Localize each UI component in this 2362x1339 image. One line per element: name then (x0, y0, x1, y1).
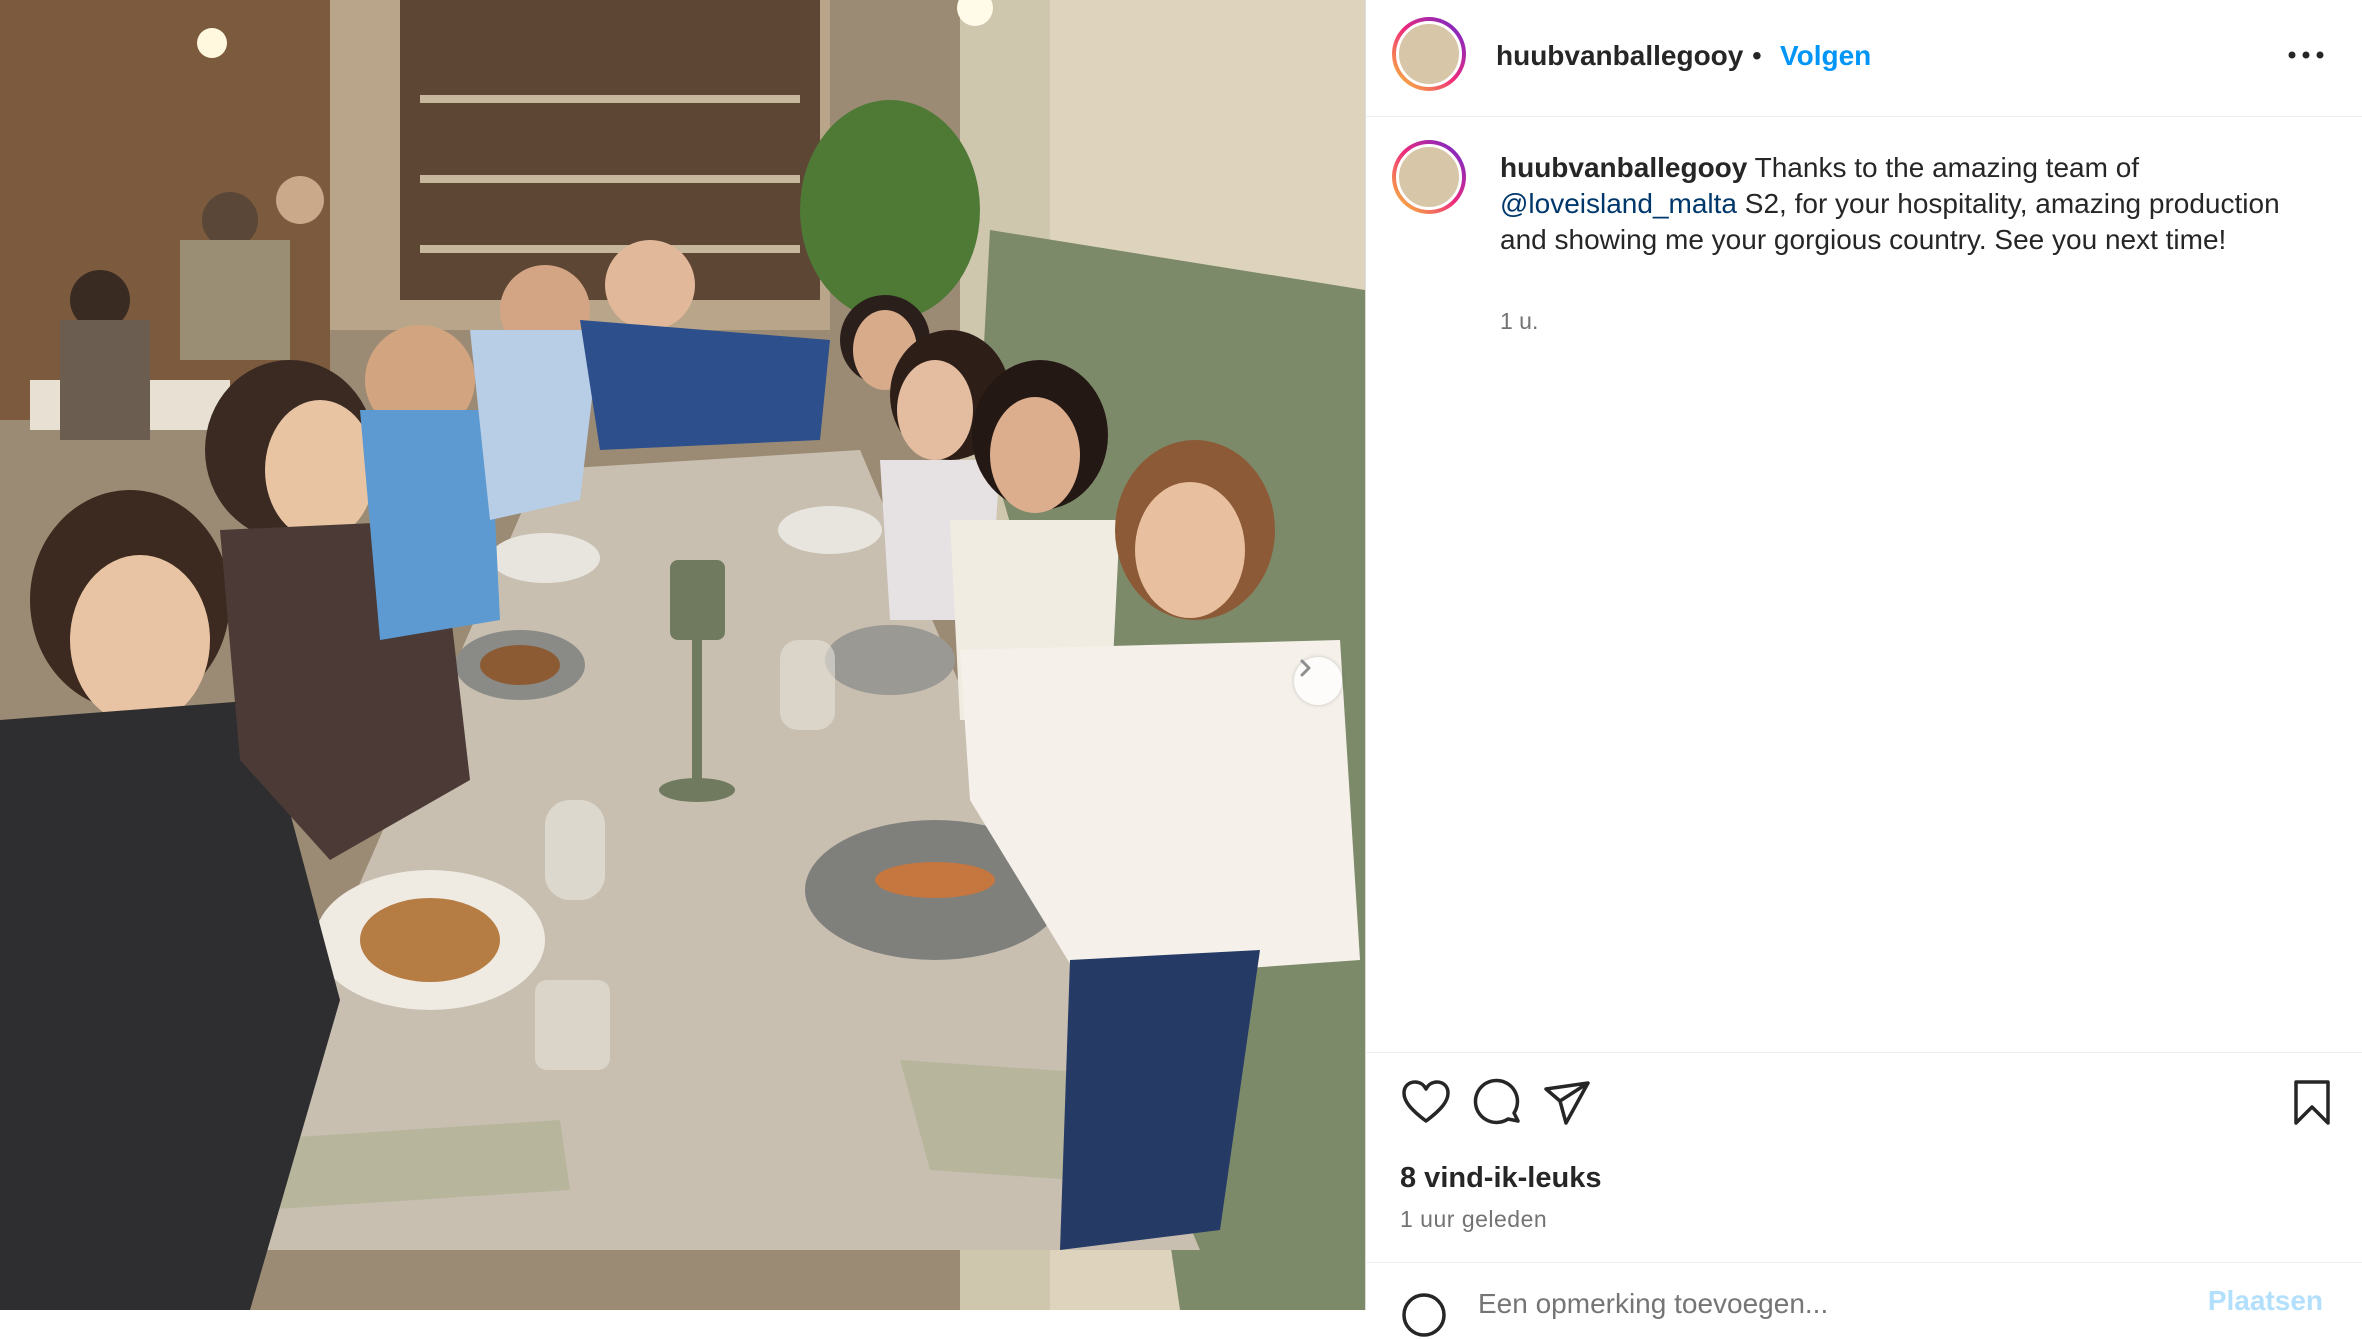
post-side-panel: huubvanballegooy • Volgen huubvanballego… (1365, 0, 2362, 1337)
heart-icon[interactable] (1400, 1077, 1452, 1129)
action-bar (1366, 1052, 2362, 1125)
avatar[interactable] (1392, 17, 1466, 91)
bookmark-icon[interactable] (2286, 1077, 2338, 1129)
caption-text: huubvanballegooy Thanks to the amazing t… (1500, 150, 2300, 258)
posted-time: 1 uur geleden (1400, 1206, 1548, 1232)
caption-mention[interactable]: @loveisland_malta (1500, 188, 1737, 219)
caption-avatar[interactable] (1392, 140, 1466, 214)
post-photo[interactable] (0, 0, 1365, 1310)
caption-time: 1 u. (1500, 308, 1539, 334)
caption-text-before: Thanks to the amazing team of (1747, 152, 2140, 183)
likes-count[interactable]: 8 vind-ik-leuks (1400, 1162, 1601, 1195)
comment-input[interactable] (1476, 1287, 2180, 1321)
caption-avatar-image (1396, 144, 1462, 210)
ellipsis-icon[interactable] (2286, 40, 2326, 70)
photo-illustration (0, 0, 1365, 1310)
avatar-image (1396, 21, 1462, 87)
comment-icon[interactable] (1472, 1077, 1524, 1129)
chevron-right-icon (1300, 659, 1311, 677)
header-username[interactable]: huubvanballegooy (1496, 40, 1743, 72)
send-icon[interactable] (1542, 1077, 1594, 1129)
follow-button[interactable]: Volgen (1780, 40, 1871, 72)
post-header: huubvanballegooy • Volgen (1366, 0, 2362, 117)
emoji-icon[interactable] (1400, 1291, 1448, 1339)
separator-dot: • (1752, 40, 1762, 71)
comment-bar: Plaatsen (1366, 1262, 2362, 1337)
next-photo-button[interactable] (1294, 657, 1342, 705)
post-comment-button[interactable]: Plaatsen (2208, 1285, 2323, 1317)
caption-username[interactable]: huubvanballegooy (1500, 152, 1747, 183)
